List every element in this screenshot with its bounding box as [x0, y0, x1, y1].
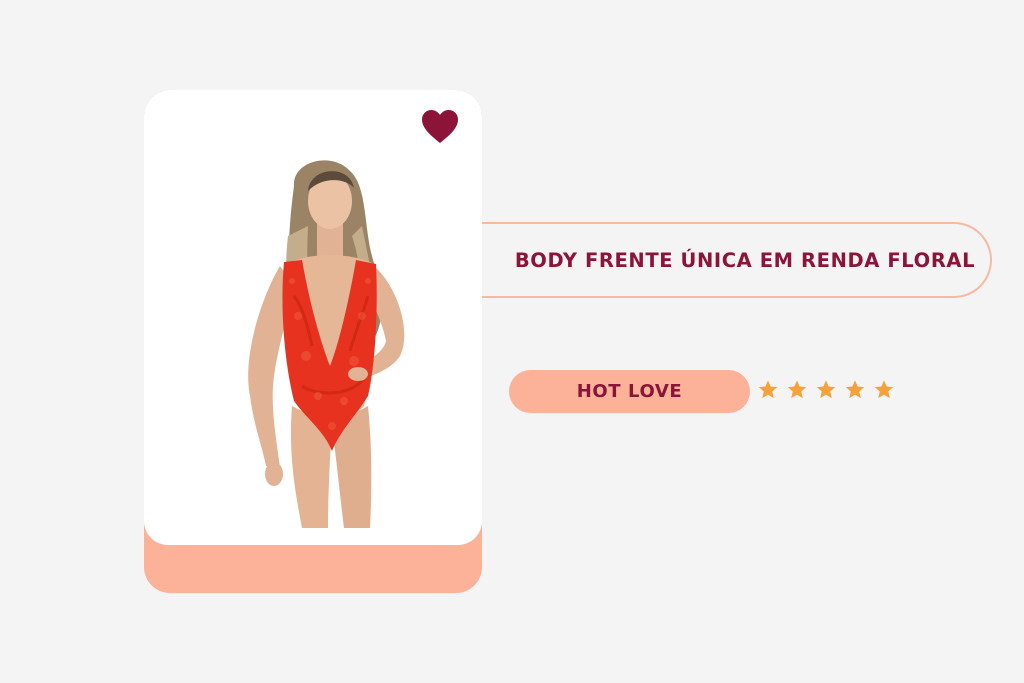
- brand-badge[interactable]: HOT LOVE: [509, 370, 750, 413]
- brand-label: HOT LOVE: [576, 381, 683, 402]
- star-icon: [787, 380, 807, 399]
- product-card[interactable]: [144, 90, 482, 593]
- rating-stars: 5: [757, 379, 895, 401]
- star-icon: [874, 380, 894, 399]
- heart-icon[interactable]: [422, 110, 458, 144]
- star-icon: [758, 380, 778, 399]
- product-photo[interactable]: [222, 156, 442, 528]
- product-image-area: [144, 90, 482, 545]
- product-title-pill: BODY FRENTE ÚNICA EM RENDA FLORAL: [482, 222, 992, 298]
- star-icon: [816, 380, 836, 399]
- product-title: BODY FRENTE ÚNICA EM RENDA FLORAL: [514, 248, 976, 272]
- star-icon: [845, 380, 865, 399]
